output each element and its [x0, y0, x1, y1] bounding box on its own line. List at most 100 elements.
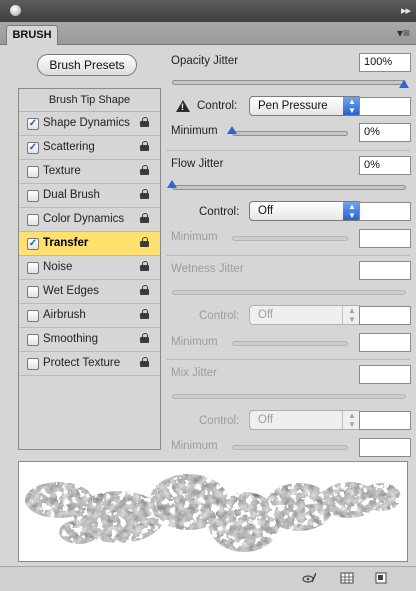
mix-jitter-label: Mix Jitter — [171, 367, 217, 379]
flow-minimum-slider — [232, 236, 348, 241]
eye-brush-icon[interactable] — [302, 571, 316, 585]
list-item-protect-texture[interactable]: Protect Texture — [19, 352, 160, 376]
opacity-jitter-slider-knob[interactable] — [399, 80, 409, 88]
opacity-minimum-field[interactable]: 0% — [359, 123, 411, 142]
list-item-shape-dynamics[interactable]: ✓ Shape Dynamics — [19, 112, 160, 136]
opacity-control-value: Pen Pressure — [258, 100, 328, 112]
lock-icon[interactable] — [140, 165, 149, 175]
wetness-control-label: Control: — [199, 310, 240, 322]
flow-jitter-slider-knob[interactable] — [167, 180, 177, 188]
wetness-control-value: Off — [258, 309, 274, 321]
mix-minimum-field — [359, 438, 411, 457]
checkbox[interactable]: ✓ — [27, 142, 39, 154]
opacity-minimum-knob[interactable] — [227, 126, 237, 134]
grid-icon[interactable] — [340, 571, 354, 585]
divider — [166, 359, 410, 360]
wetness-jitter-field — [359, 261, 411, 280]
flow-control-value: Off — [258, 205, 274, 217]
lock-icon[interactable] — [140, 213, 149, 223]
list-item-noise[interactable]: Noise — [19, 256, 160, 280]
list-item-label: Airbrush — [43, 309, 86, 321]
collapse-icon[interactable]: ▸▸ — [401, 4, 411, 17]
opacity-jitter-field[interactable]: 100% — [359, 53, 411, 72]
mix-control-field — [359, 411, 411, 430]
wetness-jitter-label: Wetness Jitter — [171, 263, 244, 275]
lock-icon[interactable] — [140, 117, 149, 127]
tab-row: BRUSH ▾≡ — [0, 22, 416, 45]
lock-icon[interactable] — [140, 357, 149, 367]
list-item-label: Noise — [43, 261, 73, 273]
flow-jitter-field[interactable]: 0% — [359, 156, 411, 175]
mix-control-label: Control: — [199, 415, 240, 427]
list-item-label: Protect Texture — [43, 357, 121, 369]
list-item-wet-edges[interactable]: Wet Edges — [19, 280, 160, 304]
checkbox[interactable] — [27, 190, 39, 202]
flow-control-label: Control: — [199, 206, 240, 218]
divider — [166, 255, 410, 256]
opacity-minimum-label: Minimum — [171, 125, 218, 137]
wetness-jitter-slider — [172, 290, 406, 295]
list-item-label: Smoothing — [43, 333, 98, 345]
brush-panel: ▸▸ BRUSH ▾≡ Brush Presets Brush Tip Shap… — [0, 0, 416, 591]
opacity-control-select[interactable]: Pen Pressure ▲ ▼ — [249, 96, 362, 116]
wetness-minimum-field — [359, 333, 411, 352]
flow-control-field[interactable] — [359, 202, 411, 221]
list-item-texture[interactable]: Texture — [19, 160, 160, 184]
warning-icon: ! — [176, 100, 190, 112]
list-item-label: Dual Brush — [43, 189, 100, 201]
wetness-control-select: Off ▲ ▼ — [249, 305, 362, 325]
checkbox[interactable] — [27, 262, 39, 274]
lock-icon[interactable] — [140, 189, 149, 199]
lock-icon[interactable] — [140, 285, 149, 295]
list-item-smoothing[interactable]: Smoothing — [19, 328, 160, 352]
list-item-label: Shape Dynamics — [43, 117, 130, 129]
opacity-control-field[interactable] — [359, 97, 411, 116]
checkbox[interactable]: ✓ — [27, 118, 39, 130]
checkbox[interactable] — [27, 334, 39, 346]
panel-menu-icon[interactable]: ▾≡ — [397, 27, 410, 39]
divider — [166, 150, 410, 151]
lock-icon[interactable] — [140, 141, 149, 151]
list-item-label: Color Dynamics — [43, 213, 125, 225]
opacity-minimum-slider[interactable] — [232, 131, 348, 136]
list-item-scattering[interactable]: ✓ Scattering — [19, 136, 160, 160]
brush-stroke-preview — [18, 461, 408, 562]
brush-stroke-graphic — [25, 474, 401, 552]
list-item-color-dynamics[interactable]: Color Dynamics — [19, 208, 160, 232]
opacity-jitter-slider[interactable] — [172, 80, 406, 85]
mix-minimum-label: Minimum — [171, 440, 218, 452]
new-preset-icon[interactable] — [374, 571, 388, 585]
lock-icon[interactable] — [140, 309, 149, 319]
list-item-label: Scattering — [43, 141, 95, 153]
list-item-transfer[interactable]: ✓ Transfer — [19, 232, 160, 256]
lock-icon[interactable] — [140, 333, 149, 343]
flow-jitter-slider[interactable] — [172, 185, 406, 190]
list-item-airbrush[interactable]: Airbrush — [19, 304, 160, 328]
brush-presets-button[interactable]: Brush Presets — [37, 54, 137, 76]
mix-control-select: Off ▲ ▼ — [249, 410, 362, 430]
flow-minimum-label: Minimum — [171, 231, 218, 243]
lock-icon[interactable] — [140, 261, 149, 271]
close-dot-icon[interactable] — [10, 5, 21, 16]
flow-minimum-field — [359, 229, 411, 248]
mix-minimum-slider — [232, 445, 348, 450]
checkbox[interactable] — [27, 358, 39, 370]
checkbox[interactable] — [27, 286, 39, 298]
checkbox[interactable] — [27, 310, 39, 322]
checkbox[interactable] — [27, 214, 39, 226]
checkbox[interactable] — [27, 166, 39, 178]
mix-control-value: Off — [258, 414, 274, 426]
opacity-control-label: Control: — [197, 100, 238, 112]
list-item-label: Texture — [43, 165, 81, 177]
wetness-minimum-slider — [232, 341, 348, 346]
brush-tip-shape-item[interactable]: Brush Tip Shape — [19, 89, 160, 112]
checkbox[interactable]: ✓ — [27, 238, 39, 250]
list-item-dual-brush[interactable]: Dual Brush — [19, 184, 160, 208]
tab-brush[interactable]: BRUSH — [6, 25, 58, 45]
mix-jitter-field — [359, 365, 411, 384]
list-item-label: Transfer — [43, 237, 89, 249]
mix-jitter-slider — [172, 394, 406, 399]
panel-title-bar[interactable]: ▸▸ — [0, 0, 416, 22]
lock-icon[interactable] — [140, 237, 149, 247]
flow-control-select[interactable]: Off ▲ ▼ — [249, 201, 362, 221]
